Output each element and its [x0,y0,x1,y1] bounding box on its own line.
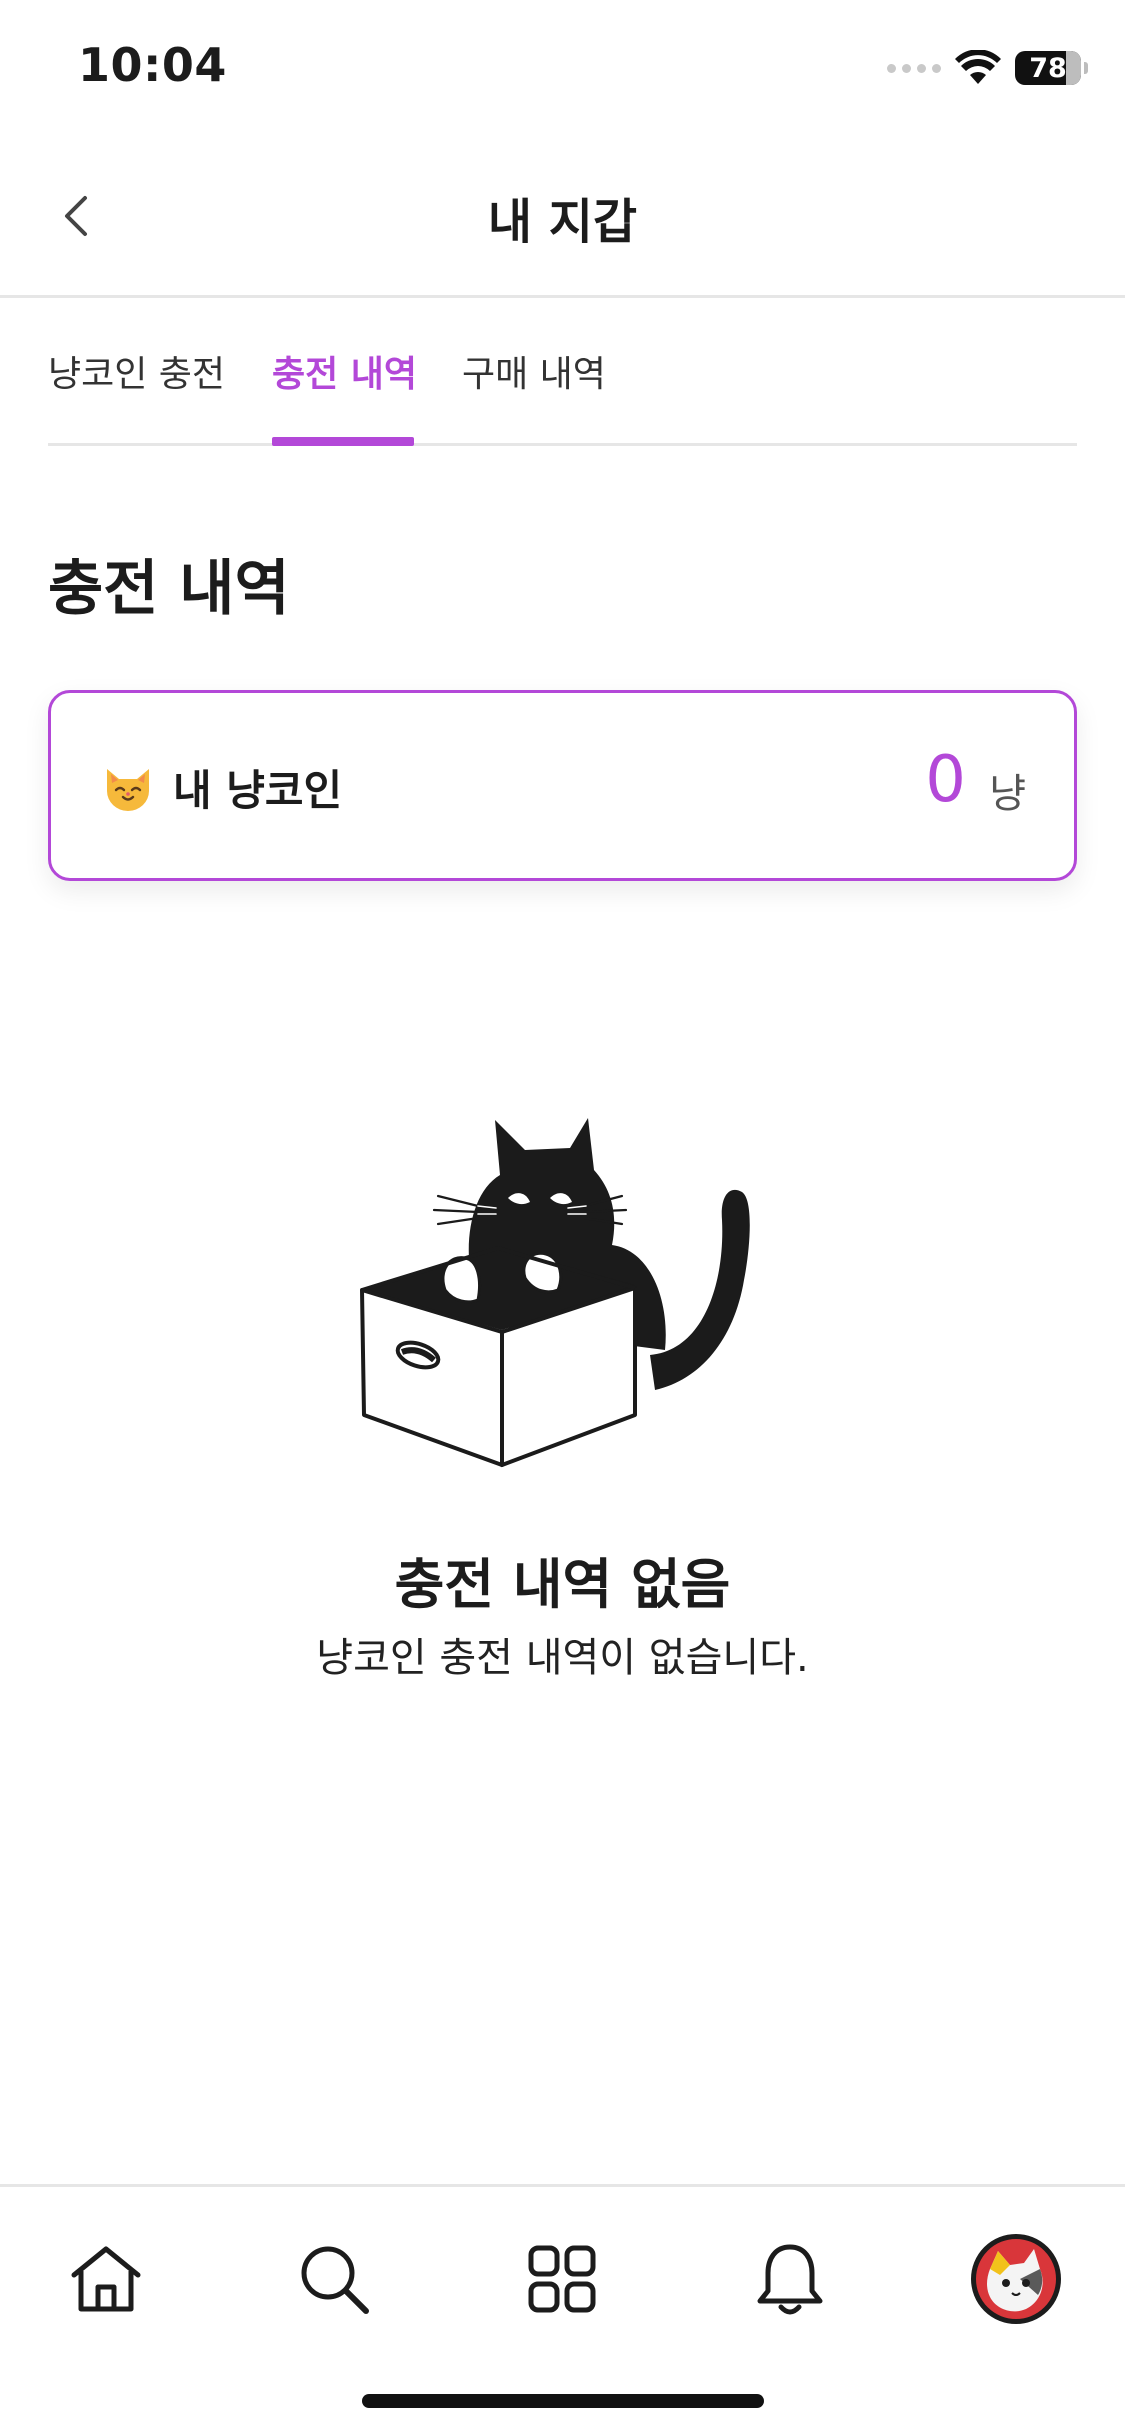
battery-icon: 78 [1015,51,1088,85]
wifi-icon [955,50,1001,84]
nav-profile[interactable] [966,2229,1066,2329]
profile-avatar [971,2234,1061,2324]
tab-label: 냥코인 충전 [48,353,226,395]
cellular-signal-icon [887,63,941,73]
nav-categories[interactable] [512,2229,612,2329]
section-title: 충전 내역 [48,554,290,624]
cat-avatar-icon [987,2249,1043,2312]
coin-label: 내 냥코인 [173,766,343,815]
coin-balance-value: 0 [925,743,966,817]
tab-label: 구매 내역 [462,353,606,395]
tab-bar: 냥코인 충전 충전 내역 구매 내역 [48,298,1077,446]
tab-purchase-history[interactable]: 구매 내역 [462,298,662,443]
bell-icon [757,2244,823,2315]
tab-label: 충전 내역 [272,353,418,395]
empty-state-description: 냥코인 충전 내역이 없습니다. [316,1635,809,1681]
cat-face-icon [107,769,149,811]
page-title: 내 지갑 [487,194,638,250]
active-tab-indicator [272,437,414,446]
top-app-bar: 내 지갑 [0,140,1125,298]
empty-state-title: 충전 내역 없음 [394,1553,731,1616]
battery-level: 78 [1029,52,1067,84]
status-time: 10:04 [78,38,227,92]
status-indicators: 78 [887,46,1088,90]
tab-coin-charge[interactable]: 냥코인 충전 [48,298,272,443]
grid-icon [528,2245,596,2313]
tab-charge-history[interactable]: 충전 내역 [272,298,462,446]
search-icon [301,2246,369,2314]
coin-balance-card: 내 냥코인 0 냥 [48,690,1077,881]
home-indicator [362,2394,764,2408]
nav-notifications[interactable] [740,2229,840,2329]
cat-in-box-illustration [360,1118,750,1467]
nav-home[interactable] [56,2229,156,2329]
home-icon [71,2246,141,2312]
status-bar: 10:04 78 [0,0,1125,140]
nav-search[interactable] [284,2229,384,2329]
coin-unit: 냥 [989,771,1026,817]
